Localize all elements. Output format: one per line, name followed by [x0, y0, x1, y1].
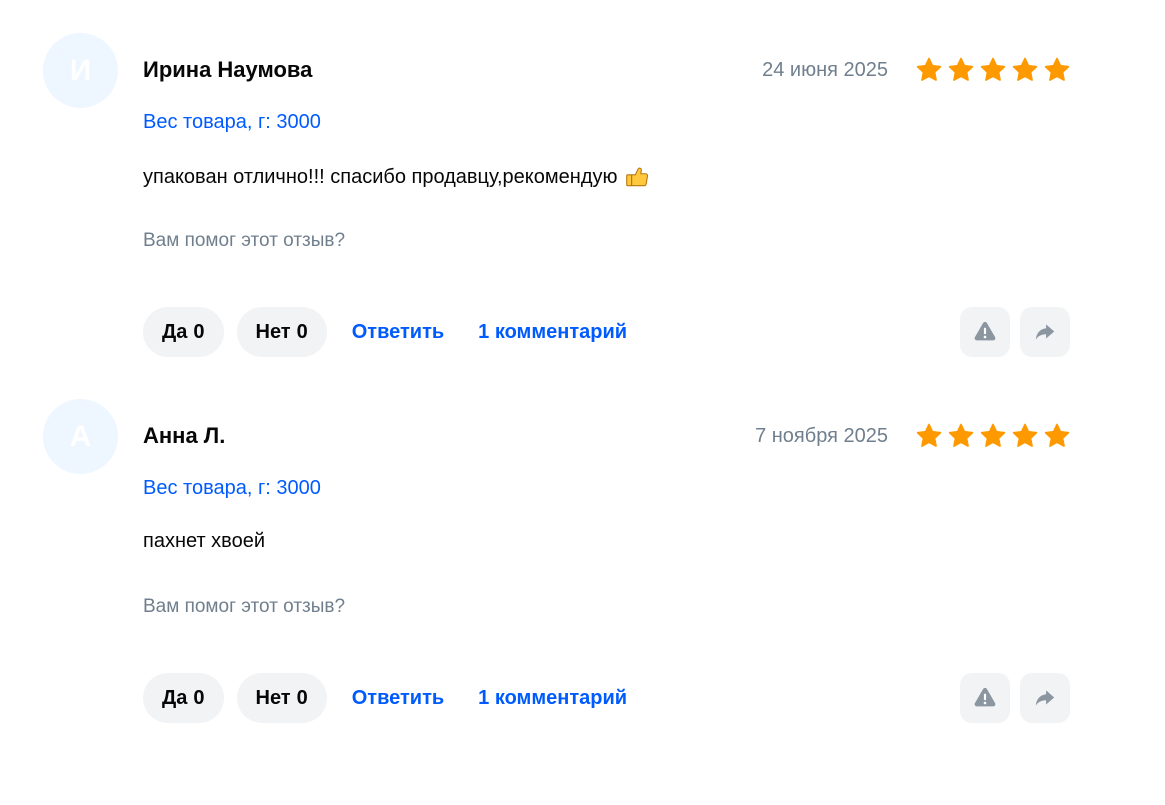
reply-link[interactable]: Ответить: [352, 687, 444, 710]
report-button[interactable]: [960, 307, 1010, 357]
avatar[interactable]: А: [43, 399, 118, 474]
no-count: 0: [296, 320, 308, 343]
star-icon: [1012, 423, 1038, 447]
product-variant[interactable]: Вес товара, г: 3000: [143, 111, 321, 134]
review-actions: Да 0 Нет 0 Ответить 1 комментарий: [143, 673, 649, 723]
yes-label: Да: [162, 686, 188, 709]
star-icon: [980, 423, 1006, 447]
review-card: И Ирина Наумова 24 июня 2025 Вес товара,…: [0, 33, 1165, 363]
review-card: А Анна Л. 7 ноября 2025 Вес товара, г: 3…: [0, 399, 1165, 729]
share-arrow-icon: [1035, 690, 1055, 706]
star-icon: [1044, 423, 1070, 447]
review-text: пахнет хвоей: [143, 530, 265, 553]
no-count: 0: [296, 686, 308, 709]
report-button[interactable]: [960, 673, 1010, 723]
star-icon: [948, 423, 974, 447]
warning-icon: [974, 687, 996, 707]
review-date: 7 ноября 2025: [755, 425, 888, 447]
star-icon: [916, 57, 942, 81]
thumbs-up-icon: [625, 167, 648, 187]
review-text: упакован отлично!!! спасибо продавцу,рек…: [143, 164, 650, 190]
avatar[interactable]: И: [43, 33, 118, 108]
helpful-no-button[interactable]: Нет 0: [236, 673, 327, 723]
warning-icon: [974, 321, 996, 341]
helpful-yes-button[interactable]: Да 0: [143, 307, 224, 357]
helpful-no-button[interactable]: Нет 0: [236, 307, 327, 357]
no-label: Нет: [255, 320, 291, 343]
no-label: Нет: [255, 686, 291, 709]
share-button[interactable]: [1020, 307, 1070, 357]
review-author[interactable]: Анна Л.: [143, 423, 225, 449]
review-date: 24 июня 2025: [762, 59, 888, 81]
star-icon: [916, 423, 942, 447]
reply-link[interactable]: Ответить: [352, 321, 444, 344]
helpful-question: Вам помог этот отзыв?: [143, 596, 346, 617]
yes-label: Да: [162, 320, 188, 343]
yes-count: 0: [193, 320, 205, 343]
comments-link[interactable]: 1 комментарий: [478, 687, 627, 710]
review-author[interactable]: Ирина Наумова: [143, 57, 312, 83]
comments-link[interactable]: 1 комментарий: [478, 321, 627, 344]
review-text-content: упакован отлично!!! спасибо продавцу,рек…: [143, 165, 618, 188]
helpful-question: Вам помог этот отзыв?: [143, 230, 346, 251]
helpful-yes-button[interactable]: Да 0: [143, 673, 224, 723]
star-icon: [948, 57, 974, 81]
yes-count: 0: [193, 686, 205, 709]
star-icon: [1012, 57, 1038, 81]
review-text-content: пахнет хвоей: [143, 530, 265, 552]
product-variant[interactable]: Вес товара, г: 3000: [143, 477, 321, 500]
share-button[interactable]: [1020, 673, 1070, 723]
star-icon: [980, 57, 1006, 81]
star-icon: [1044, 57, 1070, 81]
rating-stars: [915, 422, 1071, 450]
share-arrow-icon: [1035, 324, 1055, 340]
review-actions: Да 0 Нет 0 Ответить 1 комментарий: [143, 307, 649, 357]
rating-stars: [915, 56, 1071, 84]
